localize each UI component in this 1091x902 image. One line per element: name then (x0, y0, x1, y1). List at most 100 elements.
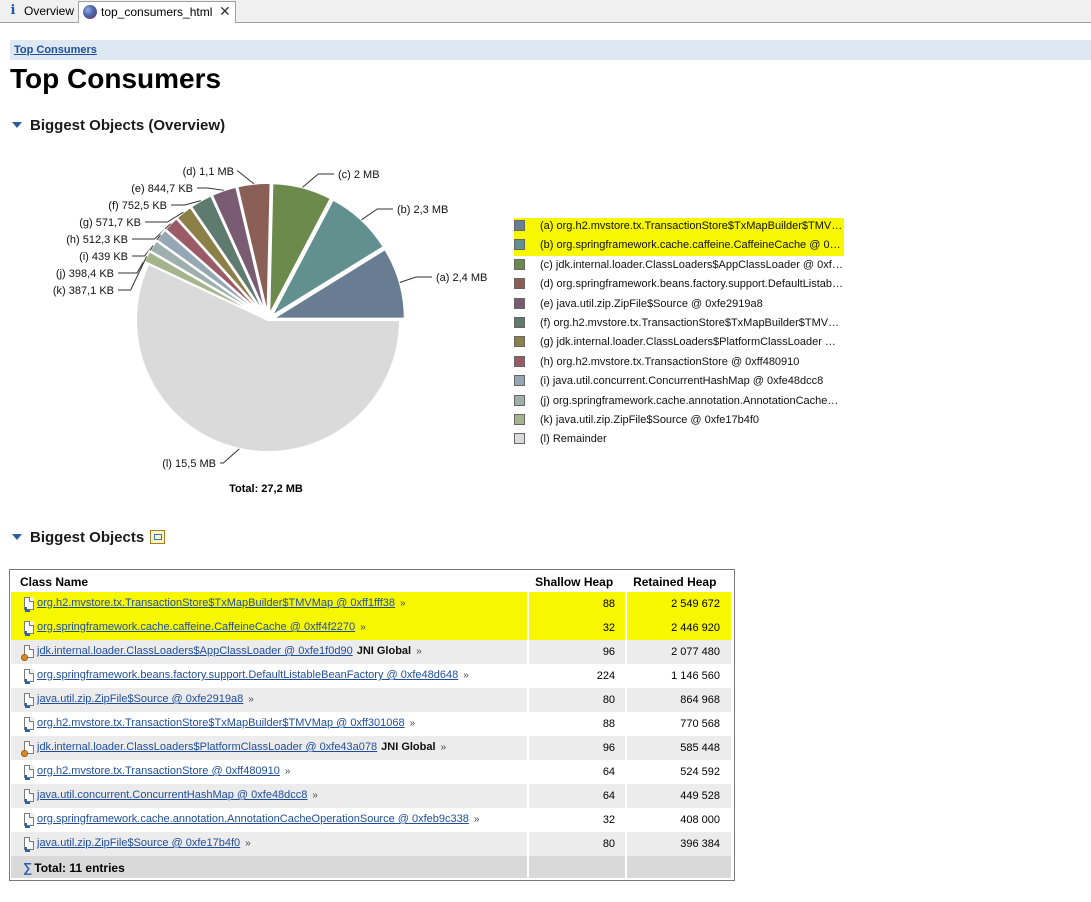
legend-item-i: (i) java.util.concurrent.ConcurrentHashM… (514, 373, 844, 392)
legend-swatch (514, 394, 525, 406)
page-title: Top Consumers (10, 63, 222, 94)
pie-label-c: (c) 2 MB (338, 169, 380, 181)
legend-item-d: (d) org.springframework.beans.factory.su… (514, 276, 844, 295)
retained-heap-cell: 524 592 (626, 760, 733, 784)
gc-root-label: JNI Global (381, 741, 436, 753)
object-link[interactable]: java.util.zip.ZipFile$Source @ 0xfe2919a… (37, 693, 243, 705)
info-icon: i (10, 3, 16, 18)
more-menu-icon[interactable]: » (416, 646, 422, 657)
column-header-retained-heap[interactable]: Retained Heap (626, 572, 732, 592)
more-menu-icon[interactable]: » (410, 718, 416, 729)
table-row[interactable]: org.springframework.cache.caffeine.Caffe… (11, 616, 733, 640)
legend-label: (c) jdk.internal.loader.ClassLoaders$App… (540, 258, 844, 271)
legend-label: (d) org.springframework.beans.factory.su… (540, 278, 844, 291)
reference-arrow-icon (25, 679, 30, 684)
legend-item-e: (e) java.util.zip.ZipFile$Source @ 0xfe2… (514, 296, 844, 315)
object-link[interactable]: org.h2.mvstore.tx.TransactionStore$TxMap… (37, 597, 395, 609)
collapse-triangle-icon[interactable] (12, 122, 22, 128)
legend-label: (a) org.h2.mvstore.tx.TransactionStore$T… (540, 220, 844, 232)
object-link[interactable]: java.util.concurrent.ConcurrentHashMap @… (37, 789, 307, 801)
shallow-heap-cell: 80 (528, 688, 628, 712)
pie-label-a: (a) 2,4 MB (436, 272, 487, 284)
object-link[interactable]: java.util.zip.ZipFile$Source @ 0xfe17b4f… (37, 837, 240, 849)
gc-root-icon (21, 654, 28, 661)
more-menu-icon[interactable]: » (245, 838, 251, 849)
retained-heap-cell: 396 384 (626, 832, 733, 856)
legend-swatch (514, 414, 525, 425)
more-menu-icon[interactable]: » (248, 694, 254, 705)
table-row[interactable]: org.h2.mvstore.tx.TransactionStore$TxMap… (11, 712, 733, 736)
pie-leader-line-b (361, 208, 393, 221)
table-section-title: Biggest Objects (30, 529, 145, 546)
breadcrumb-link[interactable]: Top Consumers (14, 44, 97, 56)
object-link[interactable]: org.springframework.cache.annotation.Ann… (37, 813, 469, 825)
more-menu-icon[interactable]: » (400, 598, 406, 609)
object-link[interactable]: org.springframework.cache.caffeine.Caffe… (37, 621, 355, 633)
reference-arrow-icon (25, 607, 30, 612)
tab-overview-label: Overview (24, 4, 75, 18)
legend-item-h: (h) org.h2.mvstore.tx.TransactionStore @… (514, 354, 844, 373)
pie-leader-line-a (399, 276, 432, 283)
table-section-header[interactable]: Biggest Objects (12, 529, 166, 547)
pie-label-k: (k) 387,1 KB (53, 285, 114, 297)
object-link[interactable]: org.h2.mvstore.tx.TransactionStore @ 0xf… (37, 765, 280, 777)
table-row[interactable]: java.util.zip.ZipFile$Source @ 0xfe17b4f… (11, 832, 733, 856)
legend-swatch (514, 317, 525, 328)
pie-label-i: (i) 439 KB (79, 251, 128, 263)
more-menu-icon[interactable]: » (463, 670, 469, 681)
table-row[interactable]: org.springframework.cache.annotation.Ann… (11, 808, 733, 832)
legend-swatch (514, 239, 525, 251)
reference-arrow-icon (25, 823, 30, 828)
more-menu-icon[interactable]: » (312, 790, 318, 801)
pie-leader-line-d (236, 170, 255, 185)
more-menu-icon[interactable]: » (441, 742, 447, 753)
pie-chart: (a) 2,4 MB (b) 2,3 MB (c) 2 MB (d) 1,1 MB (e… (53, 166, 488, 495)
pie-label-d: (d) 1,1 MB (183, 166, 234, 178)
tab-overview[interactable]: i Overview (2, 1, 77, 22)
column-header-shallow-heap[interactable]: Shallow Heap (528, 572, 627, 592)
reference-arrow-icon (25, 799, 30, 804)
object-link[interactable]: org.springframework.beans.factory.suppor… (37, 669, 458, 681)
legend-item-c: (c) jdk.internal.loader.ClassLoaders$App… (514, 257, 844, 276)
table-row[interactable]: jdk.internal.loader.ClassLoaders$Platfor… (11, 736, 733, 760)
object-link[interactable]: jdk.internal.loader.ClassLoaders$AppClas… (37, 645, 353, 657)
table-row[interactable]: jdk.internal.loader.ClassLoaders$AppClas… (11, 640, 733, 664)
retained-heap-cell: 770 568 (626, 712, 733, 736)
more-menu-icon[interactable]: » (285, 766, 291, 777)
reference-arrow-icon (25, 703, 30, 708)
legend-label: (j) org.springframework.cache.annotation… (540, 394, 844, 407)
object-link[interactable]: org.h2.mvstore.tx.TransactionStore$TxMap… (37, 717, 405, 729)
pie-leader-line-e (197, 187, 224, 191)
pie-label-j: (j) 398,4 KB (56, 268, 114, 280)
table-row[interactable]: java.util.concurrent.ConcurrentHashMap @… (11, 784, 733, 808)
shallow-heap-cell: 80 (528, 832, 628, 856)
pie-label-b: (b) 2,3 MB (397, 204, 448, 216)
column-header-class-name[interactable]: Class Name (11, 572, 529, 592)
close-icon[interactable]: ✕ (219, 5, 231, 19)
shallow-heap-cell: 88 (528, 712, 628, 736)
shallow-heap-cell: 224 (528, 664, 628, 688)
overview-section-header[interactable]: Biggest Objects (Overview) (12, 117, 225, 135)
gc-root-icon (21, 750, 28, 757)
table-row[interactable]: java.util.zip.ZipFile$Source @ 0xfe2919a… (11, 688, 733, 712)
collapse-triangle-icon[interactable] (12, 534, 22, 540)
retained-heap-cell: 864 968 (626, 688, 733, 712)
shallow-heap-cell: 96 (528, 640, 628, 664)
pie-label-g: (g) 571,7 KB (79, 217, 141, 229)
table-row[interactable]: org.h2.mvstore.tx.TransactionStore @ 0xf… (11, 760, 733, 784)
export-icon[interactable] (150, 530, 166, 544)
legend-item-l: (l) Remainder (514, 431, 844, 450)
more-menu-icon[interactable]: » (360, 622, 366, 633)
tab-top-consumers-label: top_consumers_html (101, 5, 213, 19)
object-link[interactable]: jdk.internal.loader.ClassLoaders$Platfor… (37, 741, 377, 753)
more-menu-icon[interactable]: » (474, 814, 480, 825)
table-row[interactable]: org.h2.mvstore.tx.TransactionStore$TxMap… (11, 592, 733, 616)
legend-label: (k) java.util.zip.ZipFile$Source @ 0xfe1… (540, 414, 760, 426)
table-row[interactable]: org.springframework.beans.factory.suppor… (11, 664, 733, 688)
retained-heap-cell: 2 446 920 (626, 616, 733, 640)
legend-swatch (514, 278, 525, 290)
retained-heap-cell: 585 448 (626, 736, 733, 760)
retained-heap-cell: 2 549 672 (626, 592, 733, 616)
tab-top-consumers[interactable]: top_consumers_html ✕ (78, 1, 236, 23)
legend-label: (b) org.springframework.cache.caffeine.C… (540, 239, 844, 252)
